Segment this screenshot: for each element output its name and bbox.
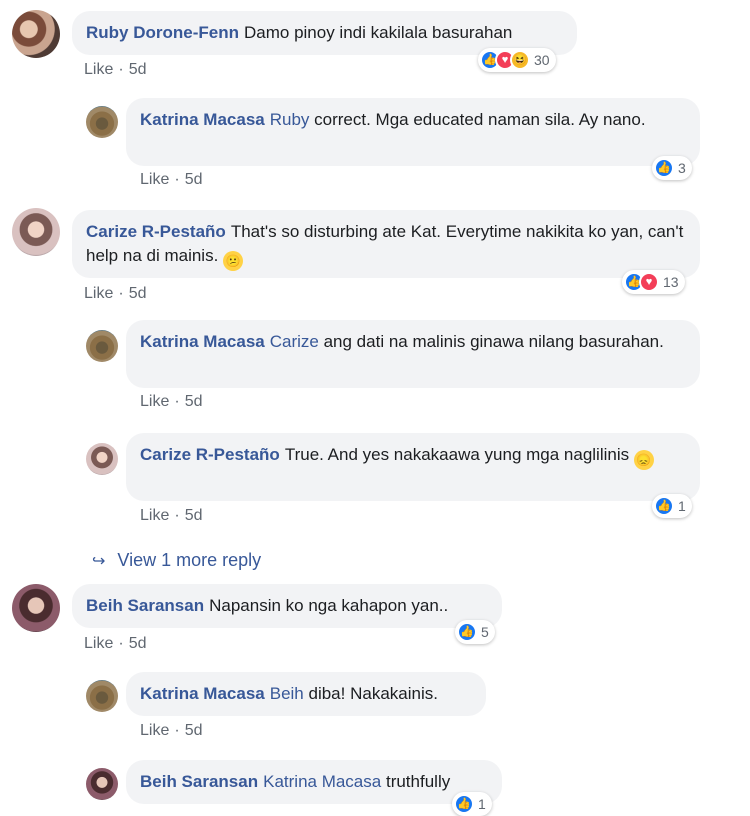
view-more-replies-label: View 1 more reply [117,550,262,570]
comment-bubble: Katrina Macasa Carize ang dati na malinis… [126,320,700,388]
comment-text: ang dati na malinis ginawa nilang basura… [323,332,664,351]
separator-dot: · [118,285,124,302]
view-more-replies-link[interactable]: ↪ View 1 more reply [92,550,261,571]
comment-author[interactable]: Carize R-Pestaño [86,222,226,241]
avatar[interactable] [86,443,118,475]
reaction-summary[interactable]: 👍 3 [652,156,692,180]
comment-author[interactable]: Katrina Macasa [140,684,265,703]
comment-text: True. And yes nakakaawa yung mga naglili… [284,445,630,464]
reaction-count: 13 [663,274,679,290]
reaction-count: 30 [534,52,550,68]
comment-text: truthfully [385,772,451,791]
comment-timestamp[interactable]: 5d [129,61,147,78]
like-button[interactable]: Like [140,393,169,410]
reply-arrow-icon: ↪ [92,552,106,570]
reaction-summary[interactable]: 👍 1 [452,792,492,816]
disappointed-face-icon: 😞 [633,450,654,470]
comment-text: Napansin ko nga kahapon yan.. [209,596,449,615]
like-reaction-icon: 👍 [454,794,474,814]
comment-text: correct. Mga educated naman sila. Ay nan… [314,110,646,129]
avatar[interactable] [86,106,118,138]
love-reaction-icon: ♥ [639,272,659,292]
comment-bubble: Katrina Macasa Ruby correct. Mga educated… [126,98,700,166]
separator-dot: · [118,635,124,652]
like-button[interactable]: Like [140,507,169,524]
reaction-summary[interactable]: 👍 1 [652,494,692,518]
comment-timestamp[interactable]: 5d [185,393,203,410]
comment-mention[interactable]: Ruby [270,110,310,129]
like-button[interactable]: Like [140,722,169,739]
comment-actions: Like · 5d [84,635,146,653]
comment-bubble: Beih Saransan Napansin ko nga kahapon yan… [72,584,502,628]
comment-actions: Like · 5d [140,171,202,189]
comment-author[interactable]: Beih Saransan [140,772,258,791]
avatar[interactable] [12,584,60,632]
avatar[interactable] [12,10,60,58]
confused-face-icon: 😕 [223,251,244,271]
avatar[interactable] [86,330,118,362]
comment-timestamp[interactable]: 5d [129,285,147,302]
comment-text: Damo pinoy indi kakilala basurahan [244,23,513,42]
comment-actions: Like · 5d [84,285,146,303]
comment-timestamp[interactable]: 5d [185,171,203,188]
avatar[interactable] [12,208,60,256]
like-reaction-icon: 👍 [654,496,674,516]
comment-author[interactable]: Carize R-Pestaño [140,445,280,464]
comment-author[interactable]: Katrina Macasa [140,332,265,351]
reaction-summary[interactable]: 👍 ♥ 😆 30 [478,48,556,72]
reaction-summary[interactable]: 👍 ♥ 13 [622,270,685,294]
comment-actions: Like · 5d [140,393,202,411]
reaction-summary[interactable]: 👍 5 [455,620,495,644]
like-reaction-icon: 👍 [654,158,674,178]
comment-author[interactable]: Ruby Dorone-Fenn [86,23,239,42]
separator-dot: · [174,393,180,410]
comment-timestamp[interactable]: 5d [185,722,203,739]
comment-mention[interactable]: Beih [270,684,304,703]
reaction-count: 1 [678,498,686,514]
reaction-count: 1 [478,796,486,812]
like-button[interactable]: Like [84,61,113,78]
like-button[interactable]: Like [84,635,113,652]
separator-dot: · [118,61,124,78]
separator-dot: · [174,171,180,188]
reaction-count: 5 [481,624,489,640]
avatar[interactable] [86,768,118,800]
avatar[interactable] [86,680,118,712]
comment-bubble: Carize R-Pestaño True. And yes nakakaawa … [126,433,700,501]
comment-actions: Like · 5d [140,722,202,740]
comment-timestamp[interactable]: 5d [185,507,203,524]
comment-author[interactable]: Katrina Macasa [140,110,265,129]
separator-dot: · [174,507,180,524]
comment-mention[interactable]: Carize [270,332,319,351]
comment-mention[interactable]: Katrina Macasa [263,772,381,791]
comment-author[interactable]: Beih Saransan [86,596,204,615]
like-button[interactable]: Like [84,285,113,302]
separator-dot: · [174,722,180,739]
comment-bubble: Beih Saransan Katrina Macasa truthfully [126,760,502,804]
reaction-count: 3 [678,160,686,176]
like-button[interactable]: Like [140,171,169,188]
comment-bubble: Katrina Macasa Beih diba! Nakakainis. [126,672,486,716]
comment-timestamp[interactable]: 5d [129,635,147,652]
haha-reaction-icon: 😆 [510,50,530,70]
comment-actions: Like · 5d [140,507,202,525]
comment-bubble: Carize R-Pestaño That's so disturbing ate… [72,210,700,278]
like-reaction-icon: 👍 [457,622,477,642]
comment-actions: Like · 5d [84,61,146,79]
comment-text: diba! Nakakainis. [308,684,438,703]
